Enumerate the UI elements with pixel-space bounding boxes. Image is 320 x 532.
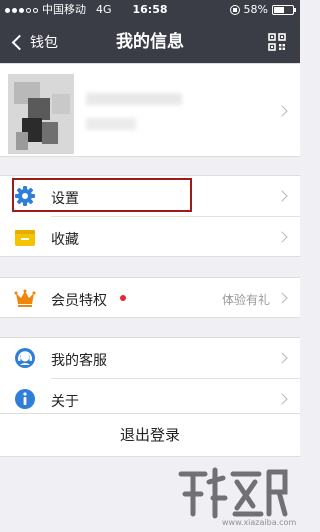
settings-item[interactable]: 设置 [0, 176, 300, 216]
vip-extra-text: 体验有礼 [221, 293, 270, 307]
status-bar: 中国移动 4G 16:58 58% [0, 0, 300, 20]
support-item[interactable]: 我的客服 [0, 338, 300, 378]
vip-item[interactable]: 会员特权 体验有礼 [0, 278, 300, 318]
crown-icon [14, 289, 36, 307]
profile-account-blurred [86, 118, 136, 130]
support-label: 我的客服 [51, 353, 107, 369]
battery-percent: 58% [243, 3, 268, 16]
folder-icon [15, 230, 35, 246]
chevron-right-icon [276, 231, 288, 243]
profile-name-blurred [86, 93, 182, 105]
chevron-right-icon [276, 393, 288, 405]
chevron-left-icon [11, 34, 28, 50]
notification-dot [120, 295, 126, 301]
menu-group-help: 我的客服 关于 [0, 337, 300, 419]
chevron-right-icon [276, 105, 288, 117]
chevron-right-icon [276, 352, 288, 364]
chevron-right-icon [276, 292, 288, 304]
qr-code-icon[interactable] [268, 33, 286, 51]
gear-icon [15, 186, 35, 206]
chevron-right-icon [276, 190, 288, 202]
status-right: 58% [229, 0, 296, 20]
info-icon [15, 389, 35, 409]
nav-bar: 钱包 我的信息 [0, 20, 300, 64]
menu-group-vip: 会员特权 体验有礼 [0, 277, 300, 318]
watermark-url: www.xiazaiba.com [222, 518, 297, 527]
favorites-item[interactable]: 收藏 [0, 217, 300, 257]
top-bar: 中国移动 4G 16:58 58% 钱包 我的信息 [0, 0, 300, 64]
back-label: 钱包 [30, 35, 58, 51]
headset-icon [15, 348, 35, 368]
battery-icon [272, 5, 296, 15]
logout-button[interactable]: 退出登录 [0, 413, 300, 457]
about-label: 关于 [51, 394, 79, 410]
avatar [8, 74, 74, 154]
back-button[interactable]: 钱包 [10, 20, 58, 64]
settings-label: 设置 [51, 191, 79, 207]
favorites-label: 收藏 [51, 232, 79, 248]
menu-group-general: 设置 收藏 [0, 175, 300, 257]
vip-label: 会员特权 [51, 293, 107, 309]
rotation-lock-icon [229, 5, 240, 15]
